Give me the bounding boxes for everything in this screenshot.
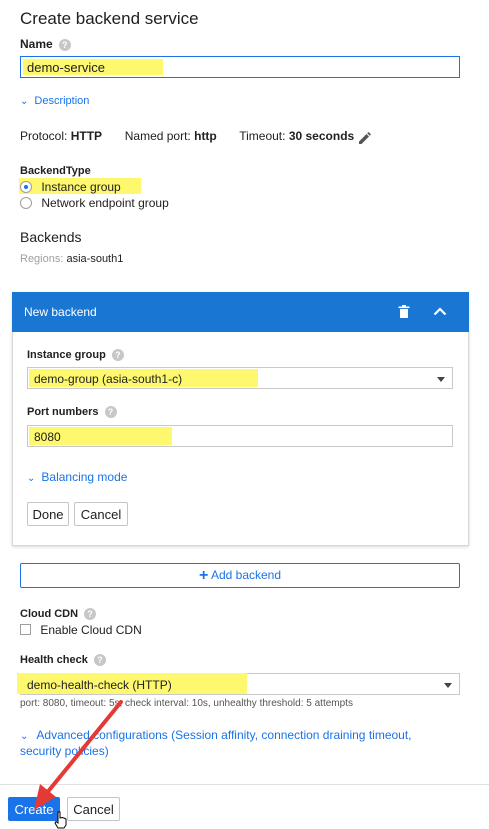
pointer-cursor-icon [54, 811, 67, 829]
annotation-arrow-icon [34, 700, 123, 810]
